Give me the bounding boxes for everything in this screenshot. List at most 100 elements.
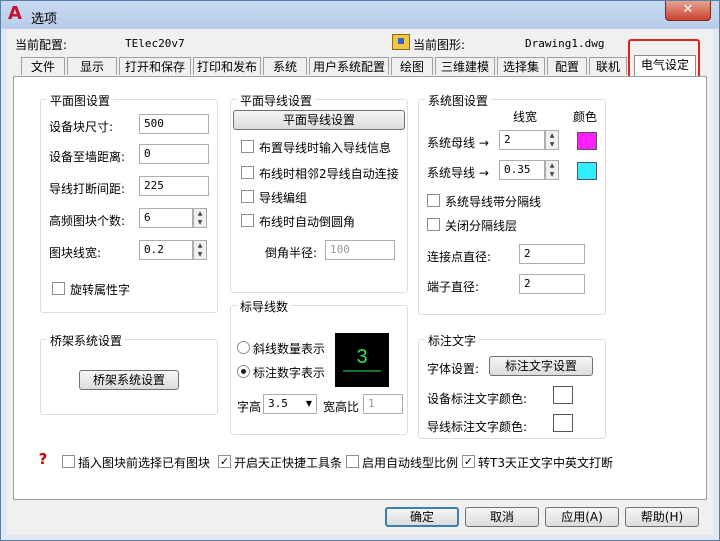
- bus-label: 系统母线 →: [427, 136, 489, 150]
- block-size-input[interactable]: 500: [139, 114, 209, 134]
- tab-strip: 文件 显示 打开和保存 打印和发布 系统 用户系统配置 绘图 三维建模 选择集 …: [7, 55, 713, 77]
- tab-online[interactable]: 联机: [589, 57, 627, 75]
- equip-text-color-label: 设备标注文字颜色:: [427, 392, 528, 406]
- close-button[interactable]: ✕: [665, 1, 711, 21]
- line-width-header: 线宽: [513, 110, 538, 124]
- auto-fillet-checkbox[interactable]: [241, 214, 254, 227]
- title-bar[interactable]: A 选项 ✕: [1, 1, 719, 29]
- tab-drafting[interactable]: 绘图: [391, 57, 433, 75]
- chamfer-radius-input[interactable]: 100: [325, 240, 395, 260]
- auto-linetype-scale-label: 启用自动线型比例: [362, 456, 459, 470]
- rotate-attr-label: 旋转属性字: [70, 283, 131, 297]
- tab-plot-publish[interactable]: 打印和发布: [193, 57, 261, 75]
- font-settings-label: 字体设置:: [427, 362, 480, 376]
- block-width-input[interactable]: 0.2: [139, 240, 193, 260]
- ok-button[interactable]: 确定: [385, 507, 459, 527]
- tab-profiles[interactable]: 配置: [547, 57, 587, 75]
- wire-text-color-swatch[interactable]: [553, 414, 573, 432]
- auto-connect-label: 布线时相邻2导线自动连接: [259, 167, 399, 181]
- select-existing-block-checkbox[interactable]: [62, 455, 75, 468]
- width-ratio-input[interactable]: 1: [363, 394, 403, 414]
- preview-number: 3: [356, 346, 367, 368]
- tab-open-save[interactable]: 打开和保存: [119, 57, 191, 75]
- wire-gap-input[interactable]: 225: [139, 176, 209, 196]
- tray-title: 桥架系统设置: [47, 332, 126, 349]
- dot-diameter-input[interactable]: 2: [519, 244, 585, 264]
- current-drawing-label: 当前图形:: [413, 38, 466, 52]
- wall-distance-input[interactable]: 0: [139, 144, 209, 164]
- wire-group-label: 导线编组: [259, 191, 308, 205]
- bus-color-swatch[interactable]: [577, 132, 597, 150]
- quick-toolbar-label: 开启天正快捷工具条: [234, 456, 343, 470]
- auto-linetype-scale-checkbox[interactable]: [346, 455, 359, 468]
- number-radio[interactable]: [237, 365, 250, 378]
- block-width-spinner[interactable]: ▲ ▼: [193, 240, 207, 260]
- wire-label: 系统导线 →: [427, 166, 489, 180]
- chevron-down-icon[interactable]: ▼: [303, 395, 315, 413]
- plan-wire-settings-button[interactable]: 平面导线设置: [233, 110, 405, 130]
- electrical-settings-panel: 平面图设置 设备块尺寸: 500 设备至墙距离: 0 导线打断间距: 225 高…: [13, 76, 707, 500]
- current-profile-value: TElec20v7: [125, 37, 185, 50]
- plan-wire-group: 平面导线设置 平面导线设置 布置导线时输入导线信息 布线时相邻2导线自动连接 导…: [230, 92, 408, 293]
- input-wire-info-checkbox[interactable]: [241, 140, 254, 153]
- tab-3d-modeling[interactable]: 三维建模: [435, 57, 495, 75]
- hf-count-input[interactable]: 6: [139, 208, 193, 228]
- tab-files[interactable]: 文件: [21, 57, 65, 75]
- help-button[interactable]: 帮助(H): [625, 507, 699, 527]
- font-height-label: 字高: [237, 400, 262, 414]
- tray-settings-button[interactable]: 桥架系统设置: [79, 370, 179, 390]
- help-question-icon[interactable]: ?: [36, 451, 50, 467]
- width-ratio-label: 宽高比: [323, 400, 360, 414]
- wire-width-input[interactable]: 0.35: [499, 160, 545, 180]
- hf-count-label: 高频图块个数:: [49, 214, 126, 228]
- auto-fillet-label: 布线时自动倒圆角: [259, 215, 356, 229]
- hf-count-spinner[interactable]: ▲ ▼: [193, 208, 207, 228]
- tab-user-preferences[interactable]: 用户系统配置: [309, 57, 389, 75]
- color-header: 颜色: [573, 110, 598, 124]
- tab-selection[interactable]: 选择集: [497, 57, 545, 75]
- t3-text-break-checkbox[interactable]: ✓: [462, 455, 475, 468]
- window-title: 选项: [31, 12, 58, 27]
- dot-diameter-label: 连接点直径:: [427, 250, 492, 264]
- quick-toolbar-checkbox[interactable]: ✓: [218, 455, 231, 468]
- wire-gap-label: 导线打断间距:: [49, 182, 126, 196]
- close-gap-layer-label: 关闭分隔线层: [445, 219, 518, 233]
- number-label: 标注数字表示: [253, 366, 326, 380]
- terminal-diameter-input[interactable]: 2: [519, 274, 585, 294]
- auto-connect-checkbox[interactable]: [241, 166, 254, 179]
- gap-line-checkbox[interactable]: [427, 194, 440, 207]
- cancel-button[interactable]: 取消: [465, 507, 539, 527]
- tab-system[interactable]: 系统: [263, 57, 307, 75]
- rotate-attr-checkbox[interactable]: [52, 282, 65, 295]
- slash-radio[interactable]: [237, 341, 250, 354]
- bus-width-input[interactable]: 2: [499, 130, 545, 150]
- input-wire-info-label: 布置导线时输入导线信息: [259, 141, 392, 155]
- plan-wire-title: 平面导线设置: [237, 92, 316, 109]
- terminal-diameter-label: 端子直径:: [427, 280, 480, 294]
- block-size-label: 设备块尺寸:: [49, 120, 114, 134]
- wire-group-checkbox[interactable]: [241, 190, 254, 203]
- wire-color-swatch[interactable]: [577, 162, 597, 180]
- wall-distance-label: 设备至墙距离:: [49, 150, 126, 164]
- current-profile-label: 当前配置:: [15, 38, 68, 52]
- tab-display[interactable]: 显示: [67, 57, 117, 75]
- equip-text-color-swatch[interactable]: [553, 386, 573, 404]
- plan-settings-title: 平面图设置: [47, 92, 114, 109]
- wire-width-spinner[interactable]: ▲ ▼: [545, 160, 559, 180]
- select-existing-block-label: 插入图块前选择已有图块: [78, 456, 211, 470]
- wire-count-preview: 3: [335, 333, 389, 387]
- system-settings-group: 系统图设置 线宽 颜色 系统母线 → 2 ▲ ▼ 系统导线 → 0.35 ▲ ▼ 系…: [418, 92, 606, 315]
- apply-button[interactable]: 应用(A): [545, 507, 619, 527]
- annotation-text-title: 标注文字: [425, 332, 480, 349]
- close-gap-layer-checkbox[interactable]: [427, 218, 440, 231]
- gap-line-label: 系统导线带分隔线: [445, 195, 542, 209]
- system-settings-title: 系统图设置: [425, 92, 492, 109]
- tray-group: 桥架系统设置 桥架系统设置: [40, 332, 218, 415]
- t3-text-break-label: 转T3天正文字中英文打断: [478, 456, 613, 470]
- bus-width-spinner[interactable]: ▲ ▼: [545, 130, 559, 150]
- slash-label: 斜线数量表示: [253, 342, 326, 356]
- annotation-text-settings-button[interactable]: 标注文字设置: [489, 356, 593, 376]
- dialog-client: 当前配置: TElec20v7 当前图形: Drawing1.dwg 文件 显示…: [7, 29, 713, 535]
- wire-count-title: 标导线数: [237, 298, 292, 315]
- wire-count-group: 标导线数 斜线数量表示 标注数字表示 3 字高 3.5 ▼ 宽高比 1: [230, 298, 408, 435]
